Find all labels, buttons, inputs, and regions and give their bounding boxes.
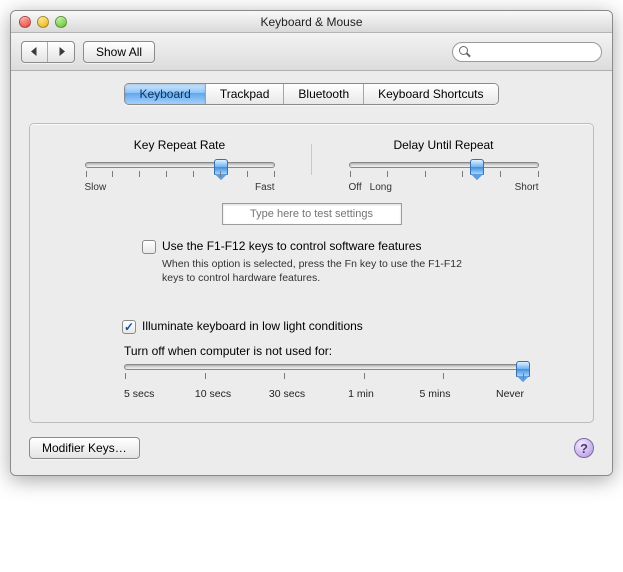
delay-repeat-max: Short bbox=[515, 182, 539, 193]
key-repeat-title: Key Repeat Rate bbox=[134, 138, 225, 152]
slider-thumb[interactable] bbox=[470, 159, 484, 175]
zoom-icon[interactable] bbox=[55, 16, 67, 28]
traffic-lights bbox=[19, 16, 67, 28]
fn-keys-label[interactable]: Use the F1-F12 keys to control software … bbox=[162, 239, 421, 253]
search-field[interactable] bbox=[452, 42, 602, 62]
tab-keyboard[interactable]: Keyboard bbox=[125, 84, 205, 104]
window-title: Keyboard & Mouse bbox=[11, 15, 612, 29]
search-icon bbox=[459, 46, 470, 58]
toolbar: Show All bbox=[11, 33, 612, 71]
tab-keyboard-shortcuts[interactable]: Keyboard Shortcuts bbox=[364, 84, 497, 104]
key-repeat-max: Fast bbox=[255, 182, 274, 193]
modifier-keys-button[interactable]: Modifier Keys… bbox=[29, 437, 140, 459]
key-repeat-block: Key Repeat Rate Slow Fast bbox=[52, 138, 307, 193]
key-repeat-min: Slow bbox=[85, 182, 107, 193]
prefs-window: Keyboard & Mouse Show All KeyboardTrackp… bbox=[10, 10, 613, 476]
panel-keyboard: Key Repeat Rate Slow Fast Delay Until Re… bbox=[29, 123, 594, 423]
content: KeyboardTrackpadBluetoothKeyboard Shortc… bbox=[11, 71, 612, 475]
illumination-scale-label: 5 secs bbox=[124, 388, 164, 400]
help-button[interactable]: ? bbox=[574, 438, 594, 458]
close-icon[interactable] bbox=[19, 16, 31, 28]
test-input[interactable] bbox=[222, 203, 402, 225]
slider-thumb[interactable] bbox=[214, 159, 228, 175]
bottom-row: Modifier Keys… ? bbox=[29, 437, 594, 459]
delay-repeat-slider[interactable] bbox=[349, 162, 539, 168]
fn-keys-sub: When this option is selected, press the … bbox=[162, 257, 482, 285]
tab-trackpad[interactable]: Trackpad bbox=[206, 84, 285, 104]
tab-bluetooth[interactable]: Bluetooth bbox=[284, 84, 364, 104]
show-all-button[interactable]: Show All bbox=[83, 41, 155, 63]
divider bbox=[311, 144, 312, 175]
illumination-checkbox[interactable] bbox=[122, 320, 136, 334]
delay-repeat-title: Delay Until Repeat bbox=[393, 138, 493, 152]
illumination-label[interactable]: Illuminate keyboard in low light conditi… bbox=[142, 319, 363, 333]
forward-button[interactable] bbox=[48, 42, 74, 62]
titlebar: Keyboard & Mouse bbox=[11, 11, 612, 33]
illumination-scale-label: 10 secs bbox=[188, 388, 238, 400]
illumination-scale-label: 30 secs bbox=[262, 388, 312, 400]
fn-keys-row: Use the F1-F12 keys to control software … bbox=[142, 239, 571, 254]
minimize-icon[interactable] bbox=[37, 16, 49, 28]
fn-keys-checkbox[interactable] bbox=[142, 240, 156, 254]
illumination-scale-label: 1 min bbox=[336, 388, 386, 400]
illumination-block: Illuminate keyboard in low light conditi… bbox=[122, 319, 571, 400]
delay-repeat-block: Delay Until Repeat Off Long Short bbox=[316, 138, 571, 193]
tabbar: KeyboardTrackpadBluetoothKeyboard Shortc… bbox=[29, 83, 594, 105]
search-input[interactable] bbox=[474, 45, 595, 59]
back-button[interactable] bbox=[22, 42, 48, 62]
key-repeat-slider[interactable] bbox=[85, 162, 275, 168]
illumination-scale-label: Never bbox=[484, 388, 524, 400]
delay-repeat-off: Off bbox=[349, 182, 362, 193]
illumination-slider[interactable] bbox=[124, 364, 524, 370]
illumination-sub: Turn off when computer is not used for: bbox=[124, 344, 571, 358]
nav-segment bbox=[21, 41, 75, 63]
illumination-scale-label: 5 mins bbox=[410, 388, 460, 400]
delay-repeat-min: Long bbox=[370, 182, 392, 193]
